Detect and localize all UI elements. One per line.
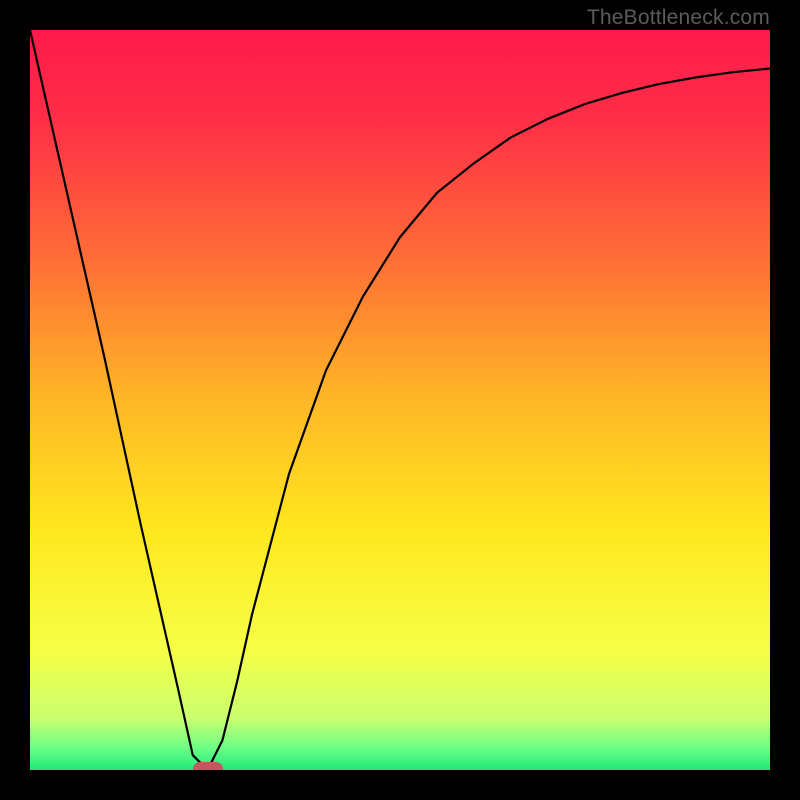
plot-area xyxy=(30,30,770,770)
bottleneck-curve xyxy=(30,30,770,770)
optimal-point-marker xyxy=(193,762,223,770)
watermark-text: TheBottleneck.com xyxy=(587,6,770,30)
chart-frame: TheBottleneck.com xyxy=(0,0,800,800)
